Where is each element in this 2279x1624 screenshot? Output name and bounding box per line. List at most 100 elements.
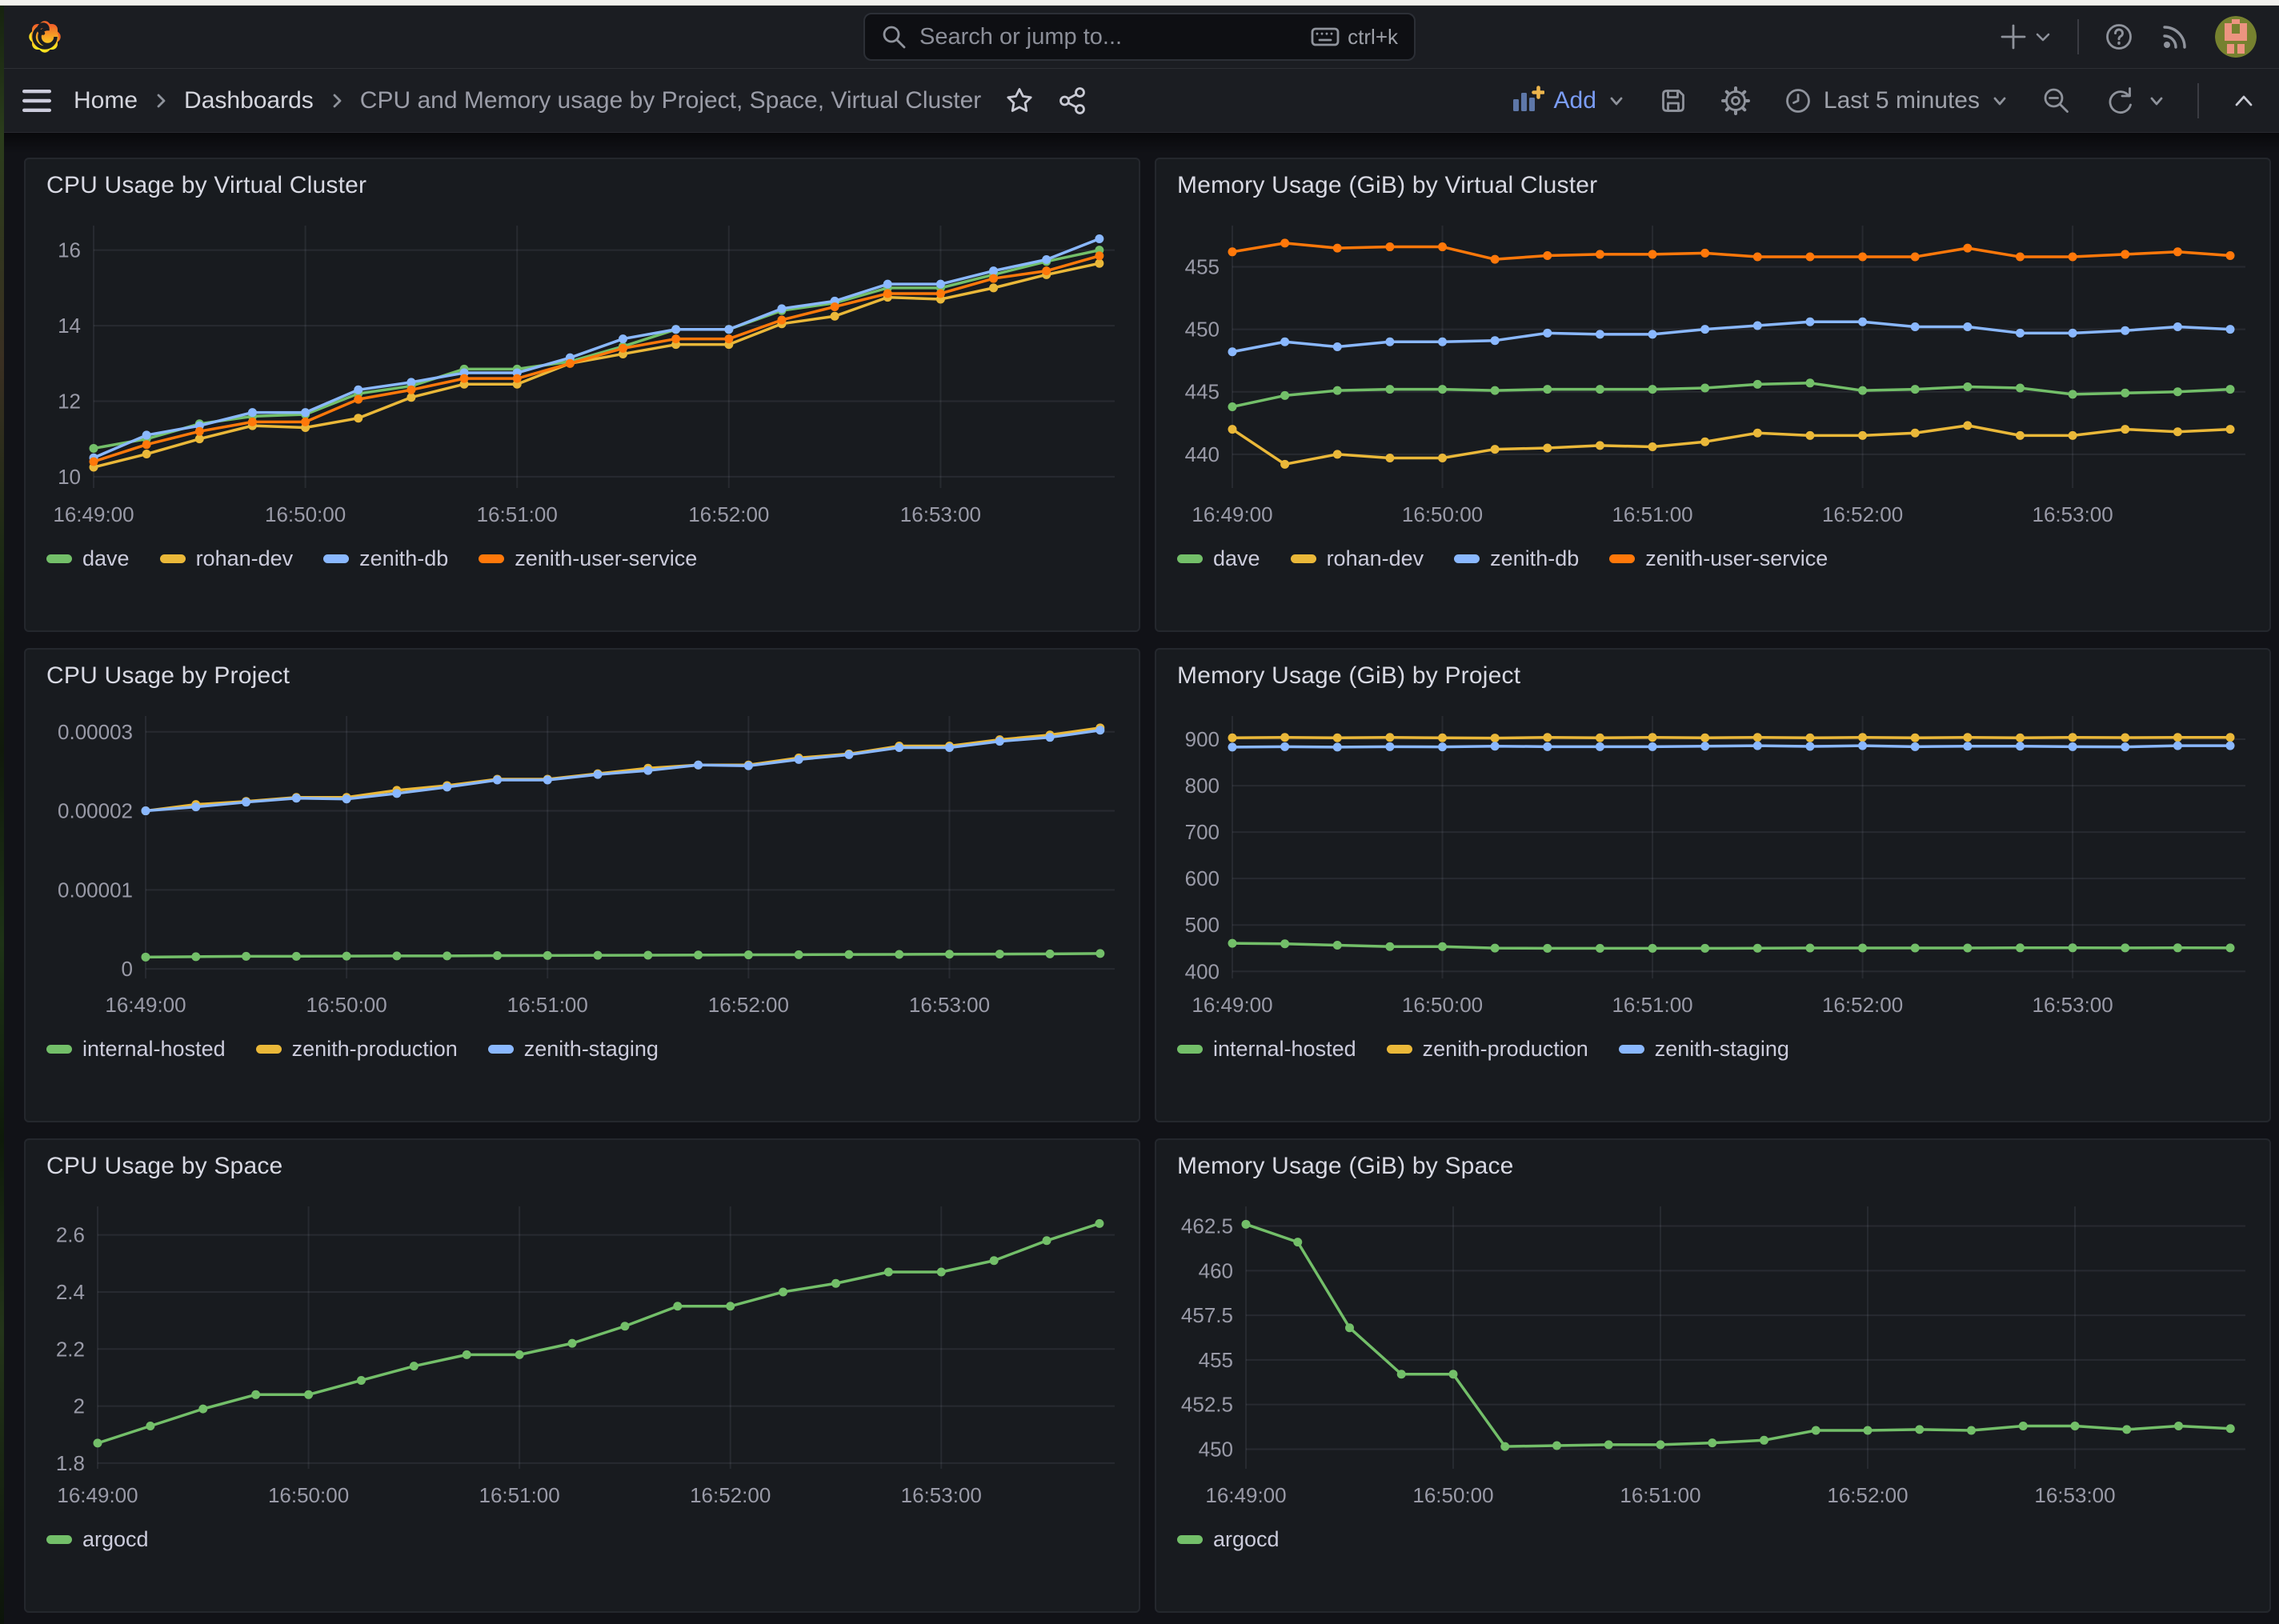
svg-text:16:53:00: 16:53:00	[2033, 502, 2113, 526]
legend-swatch	[1454, 554, 1480, 563]
chart-canvas: 40050060070080090016:49:0016:50:0016:51:…	[1156, 694, 2269, 1027]
chart-svg: 44044545045516:49:0016:50:0016:51:0016:5…	[1156, 204, 2269, 537]
legend-item-argocd[interactable]: argocd	[1177, 1527, 1280, 1552]
help-circle-icon	[2103, 21, 2135, 53]
legend-item-rohan-dev[interactable]: rohan-dev	[160, 546, 294, 571]
panel-title[interactable]: Memory Usage (GiB) by Virtual Cluster	[1156, 159, 2269, 204]
svg-text:0.00001: 0.00001	[58, 878, 133, 902]
panel-title[interactable]: Memory Usage (GiB) by Space	[1156, 1140, 2269, 1185]
grafana-logo-icon	[23, 15, 66, 58]
time-range-picker[interactable]: Last 5 minutes	[1782, 85, 2010, 117]
panel-cpu-by-project: CPU Usage by Project 00.000010.000020.00…	[24, 648, 1140, 1122]
grafana-logo[interactable]	[22, 14, 67, 59]
legend-item-zenith-user-service[interactable]: zenith-user-service	[1609, 546, 1828, 571]
svg-text:16:53:00: 16:53:00	[900, 502, 981, 526]
legend-label: zenith-user-service	[515, 546, 697, 571]
legend-label: zenith-production	[292, 1037, 458, 1062]
window-top-strip	[0, 0, 2279, 6]
share-button[interactable]	[1056, 85, 1088, 117]
panel-title[interactable]: CPU Usage by Virtual Cluster	[26, 159, 1139, 204]
svg-text:16:51:00: 16:51:00	[1612, 993, 1692, 1017]
legend-label: zenith-db	[359, 546, 448, 571]
svg-text:16:50:00: 16:50:00	[1402, 502, 1483, 526]
legend-swatch	[1619, 1045, 1644, 1054]
legend-label: dave	[1213, 546, 1260, 571]
legend-item-dave[interactable]: dave	[1177, 546, 1260, 571]
breadcrumb-dashboards[interactable]: Dashboards	[184, 87, 314, 114]
legend-item-internal-hosted[interactable]: internal-hosted	[1177, 1037, 1356, 1062]
legend-item-argocd[interactable]: argocd	[46, 1527, 149, 1552]
dashboard-grid: CPU Usage by Virtual Cluster 1012141616:…	[0, 133, 2279, 1624]
legend-label: zenith-staging	[524, 1037, 659, 1062]
add-panel-icon	[1511, 85, 1544, 117]
breadcrumb-current-page: CPU and Memory usage by Project, Space, …	[360, 87, 981, 114]
chart-canvas: 00.000010.000020.0000316:49:0016:50:0016…	[26, 694, 1139, 1027]
help-button[interactable]	[2103, 21, 2135, 53]
svg-text:16:49:00: 16:49:00	[57, 1483, 138, 1507]
legend-item-zenith-production[interactable]: zenith-production	[256, 1037, 458, 1062]
user-avatar[interactable]	[2215, 16, 2257, 58]
collapse-toolbar-button[interactable]	[2229, 89, 2258, 113]
zoom-out-time-button[interactable]	[2041, 85, 2073, 117]
legend-item-rohan-dev[interactable]: rohan-dev	[1291, 546, 1424, 571]
legend-swatch	[256, 1045, 282, 1054]
chart-svg: 40050060070080090016:49:0016:50:0016:51:…	[1156, 694, 2269, 1027]
search-box[interactable]: ctrl+k	[863, 13, 1416, 61]
new-menu-button[interactable]	[2001, 21, 2053, 53]
svg-text:16:51:00: 16:51:00	[1620, 1483, 1700, 1507]
search-input[interactable]	[919, 24, 1311, 50]
menu-toggle-button[interactable]	[21, 87, 53, 114]
svg-text:2.4: 2.4	[56, 1280, 85, 1304]
svg-text:0.00003: 0.00003	[58, 720, 133, 744]
legend-swatch	[160, 554, 186, 563]
legend-item-zenith-staging[interactable]: zenith-staging	[488, 1037, 659, 1062]
add-button[interactable]: Add	[1511, 85, 1627, 117]
panel-title[interactable]: CPU Usage by Space	[26, 1140, 1139, 1185]
legend-item-zenith-production[interactable]: zenith-production	[1387, 1037, 1588, 1062]
favorite-button[interactable]	[1003, 85, 1035, 117]
svg-text:16:50:00: 16:50:00	[1402, 993, 1483, 1017]
svg-text:450: 450	[1185, 318, 1220, 342]
legend-item-dave[interactable]: dave	[46, 546, 130, 571]
top-nav-bar: ctrl+k	[0, 6, 2279, 69]
svg-text:16:50:00: 16:50:00	[268, 1483, 349, 1507]
dashboard-settings-button[interactable]	[1720, 85, 1752, 117]
legend-item-zenith-user-service[interactable]: zenith-user-service	[479, 546, 697, 571]
panel-memory-by-project: Memory Usage (GiB) by Project 4005006007…	[1155, 648, 2271, 1122]
chevron-right-icon	[152, 91, 170, 110]
svg-text:16:52:00: 16:52:00	[690, 1483, 771, 1507]
legend-swatch	[46, 1535, 72, 1544]
refresh-button[interactable]	[2103, 85, 2167, 117]
breadcrumb-home[interactable]: Home	[74, 87, 138, 114]
svg-text:10: 10	[58, 465, 81, 489]
chart-svg: 450452.5455457.5460462.516:49:0016:50:00…	[1156, 1185, 2269, 1518]
legend-item-zenith-db[interactable]: zenith-db	[323, 546, 448, 571]
legend-item-zenith-db[interactable]: zenith-db	[1454, 546, 1579, 571]
legend-item-internal-hosted[interactable]: internal-hosted	[46, 1037, 226, 1062]
svg-text:600: 600	[1185, 866, 1220, 890]
time-range-label: Last 5 minutes	[1824, 87, 1980, 114]
news-button[interactable]	[2159, 21, 2191, 53]
chevron-down-icon	[2146, 90, 2167, 111]
gear-icon	[1720, 85, 1752, 117]
avatar-image	[2215, 16, 2257, 58]
legend-label: zenith-staging	[1655, 1037, 1789, 1062]
search-shortcut-label: ctrl+k	[1348, 25, 1398, 50]
panel-cpu-by-virtual-cluster: CPU Usage by Virtual Cluster 1012141616:…	[24, 158, 1140, 632]
panel-title[interactable]: CPU Usage by Project	[26, 650, 1139, 694]
chart-svg: 00.000010.000020.0000316:49:0016:50:0016…	[26, 694, 1139, 1027]
panel-title[interactable]: Memory Usage (GiB) by Project	[1156, 650, 2269, 694]
svg-text:0: 0	[122, 957, 133, 981]
zoom-out-icon	[2041, 85, 2073, 117]
legend-swatch	[323, 554, 349, 563]
svg-text:16:53:00: 16:53:00	[2033, 993, 2113, 1017]
legend-item-zenith-staging[interactable]: zenith-staging	[1619, 1037, 1789, 1062]
chevron-down-icon	[1989, 90, 2010, 111]
chart-legend: dave rohan-dev zenith-db zenith-user-servic…	[1156, 537, 2269, 571]
share-icon	[1056, 85, 1088, 117]
svg-text:1.8: 1.8	[56, 1451, 85, 1475]
legend-label: rohan-dev	[1327, 546, 1424, 571]
svg-text:455: 455	[1185, 255, 1220, 279]
save-dashboard-button[interactable]	[1657, 85, 1689, 117]
svg-text:16:49:00: 16:49:00	[1192, 502, 1272, 526]
